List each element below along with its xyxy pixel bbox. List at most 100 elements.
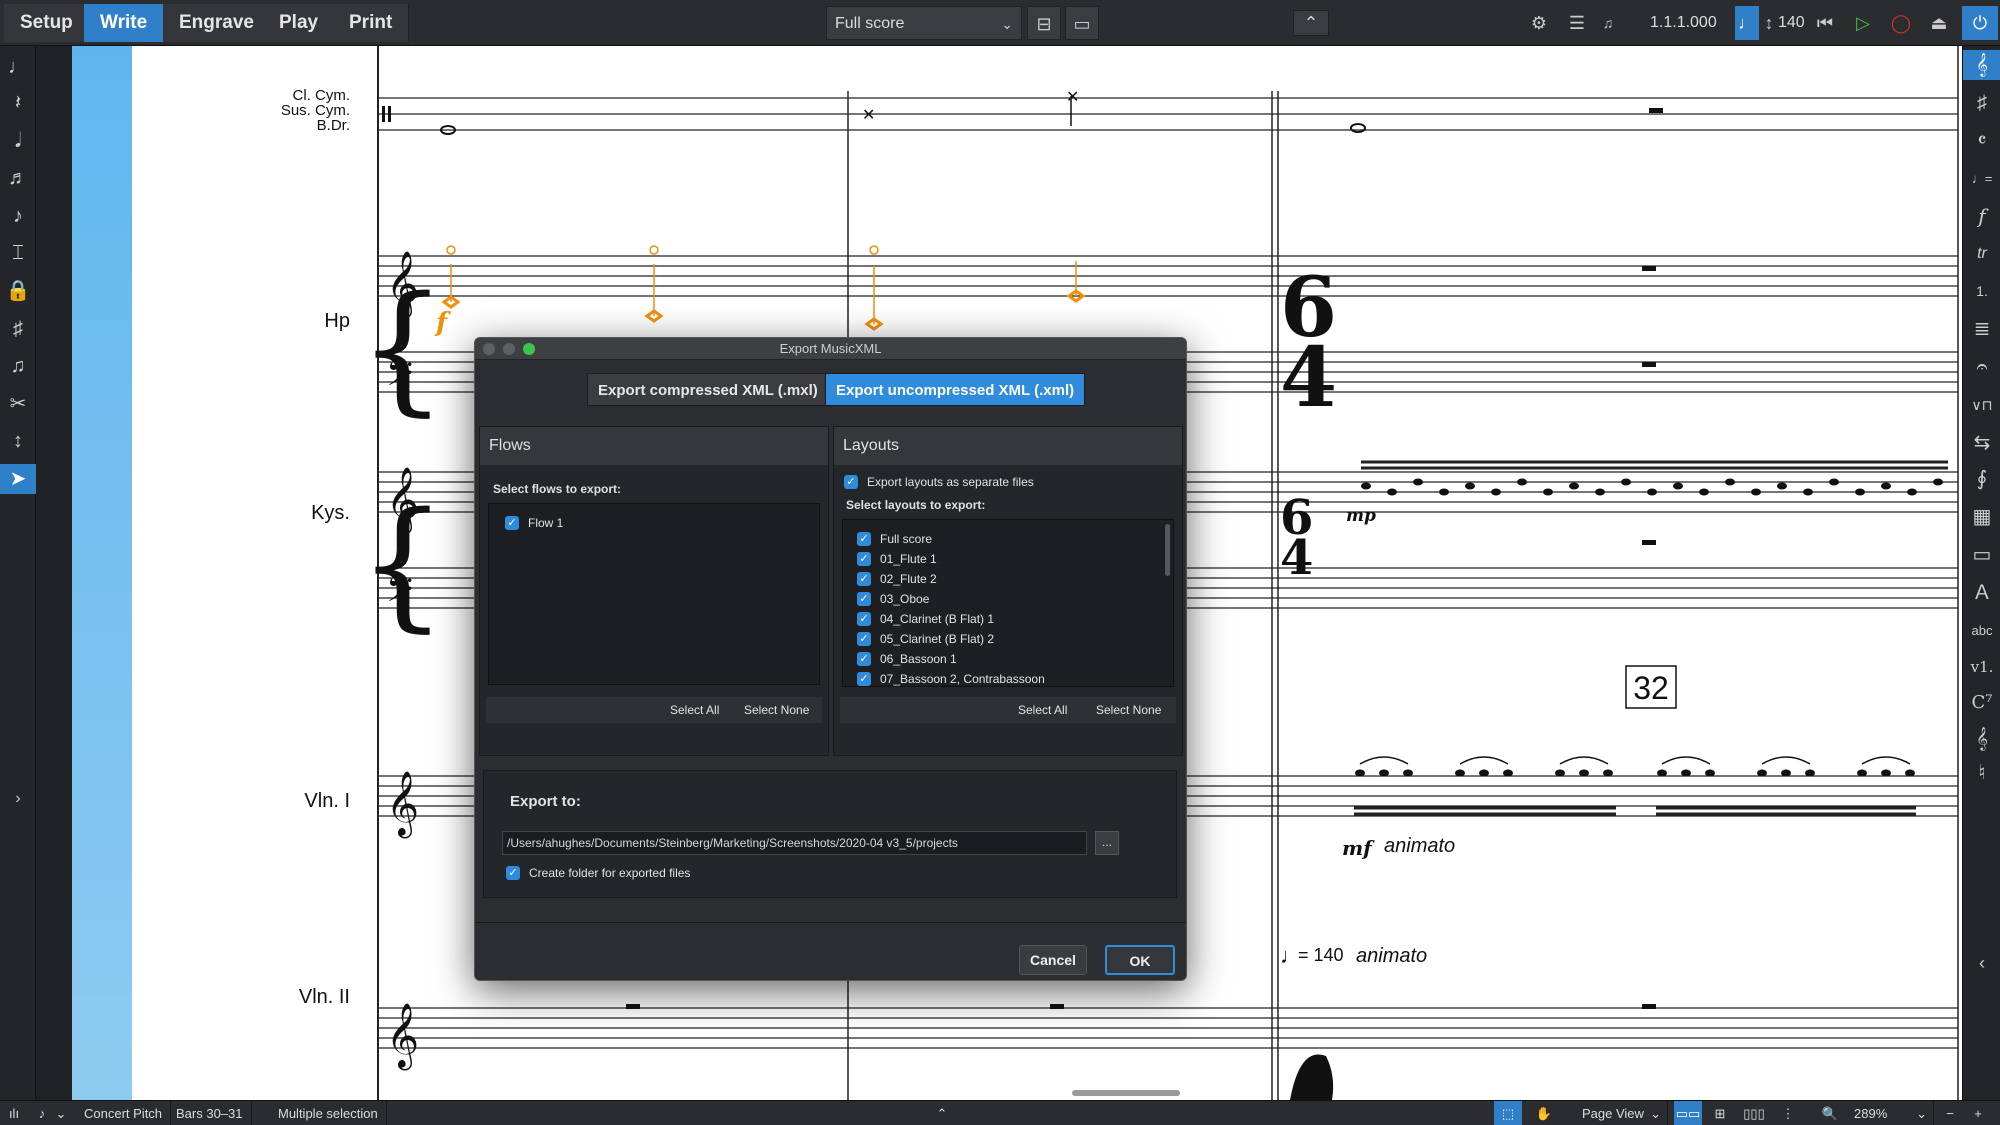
scissors-icon[interactable]: ✂ bbox=[0, 389, 36, 419]
tab-engrave[interactable]: Engrave bbox=[163, 4, 271, 42]
select-arrow-icon[interactable]: ➤ bbox=[0, 464, 36, 494]
zoom-icon[interactable]: 🔍 bbox=[1816, 1101, 1844, 1125]
flow-checkbox[interactable]: ✓ bbox=[505, 516, 519, 530]
rehearsal-mark[interactable]: 32 bbox=[1626, 668, 1676, 708]
layout-checkbox[interactable]: ✓ bbox=[857, 572, 871, 586]
slash-icon[interactable]: 𝅘𝅥 bbox=[0, 126, 36, 156]
note-icon[interactable]: ♩ bbox=[1735, 6, 1759, 40]
dynamic-keys[interactable]: mp bbox=[1346, 506, 1376, 526]
layout-checkbox[interactable]: ✓ bbox=[857, 532, 871, 546]
tempo-text[interactable]: animato bbox=[1356, 945, 1427, 968]
power-icon[interactable]: ⏻ bbox=[1962, 6, 1998, 40]
dynamic-violin[interactable]: mf bbox=[1342, 836, 1372, 860]
layout-checkbox[interactable]: ✓ bbox=[857, 592, 871, 606]
separate-files-checkbox[interactable]: ✓ bbox=[844, 475, 858, 489]
flows-select-none-button[interactable]: Select None bbox=[744, 697, 809, 723]
tracks-icon[interactable]: ılı bbox=[0, 1101, 28, 1125]
svg-text:𝄞: 𝄞 bbox=[386, 771, 419, 838]
pages-horizontal-icon[interactable]: ▯▯▯ bbox=[1740, 1101, 1768, 1125]
zoom-select[interactable]: 289% ⌄ bbox=[1846, 1101, 1934, 1125]
rewind-icon[interactable]: ⏮ bbox=[1810, 6, 1840, 40]
layout-checkbox[interactable]: ✓ bbox=[857, 552, 871, 566]
force-duration-icon[interactable]: ↕ bbox=[0, 426, 36, 456]
chord-icon[interactable]: ♬ bbox=[0, 163, 36, 193]
mixer-icon[interactable]: ☰ bbox=[1562, 6, 1592, 40]
cancel-button[interactable]: Cancel bbox=[1019, 945, 1087, 975]
concert-pitch-toggle[interactable]: Concert Pitch bbox=[76, 1101, 172, 1125]
chevron-up-icon[interactable]: ⌃ bbox=[928, 1101, 956, 1125]
chevron-right-icon[interactable]: › bbox=[0, 784, 36, 814]
tab-write[interactable]: Write bbox=[84, 4, 165, 42]
dynamics-icon[interactable]: f bbox=[1963, 201, 2000, 231]
repeat-ending-icon[interactable]: 1. bbox=[1963, 276, 2000, 306]
time-signature-icon[interactable]: 𝄴 bbox=[1963, 126, 2000, 156]
key-signature-icon[interactable]: ♯ bbox=[1963, 88, 2000, 118]
tab-print[interactable]: Print bbox=[333, 4, 410, 42]
tab-export-uncompressed[interactable]: Export uncompressed XML (.xml) bbox=[825, 373, 1086, 406]
chevron-up-icon[interactable]: ⌃ bbox=[1293, 10, 1329, 36]
chevron-down-icon[interactable]: ⌄ bbox=[52, 1101, 70, 1125]
ok-button[interactable]: OK bbox=[1105, 945, 1175, 975]
text-icon[interactable]: Ａ bbox=[1963, 578, 2000, 608]
hand-tool-icon[interactable]: ✋ bbox=[1530, 1101, 1558, 1125]
browse-button[interactable]: ... bbox=[1095, 831, 1119, 855]
tempo-icon[interactable]: ♩= bbox=[1963, 164, 2000, 194]
ornaments-icon[interactable]: tr bbox=[1963, 239, 2000, 269]
pitch-icon[interactable]: ♯ bbox=[0, 314, 36, 344]
view-type-select[interactable]: Page View ⌄ bbox=[1574, 1101, 1668, 1125]
export-path-field[interactable]: /Users/ahughes/Documents/Steinberg/Marke… bbox=[502, 831, 1087, 855]
video-icon[interactable]: ♫ bbox=[1596, 6, 1620, 40]
tab-play[interactable]: Play bbox=[263, 4, 336, 42]
lyrics-icon[interactable]: abc bbox=[1963, 616, 2000, 646]
galley-view-icon[interactable]: ⊟ bbox=[1027, 6, 1061, 40]
app-window: Setup Write Engrave Play Print Full scor… bbox=[0, 0, 2000, 1125]
pages-vertical-icon[interactable]: ⋮ bbox=[1774, 1101, 1802, 1125]
selection-tool-icon[interactable]: ⬚ bbox=[1494, 1101, 1522, 1125]
layouts-select-none-button[interactable]: Select None bbox=[1096, 697, 1161, 723]
spreads-icon[interactable]: ▭▭ bbox=[1674, 1101, 1702, 1125]
dynamic-harp[interactable]: f bbox=[436, 308, 447, 338]
grace-note-icon[interactable]: ♪ bbox=[0, 201, 36, 231]
zoom-in-icon[interactable]: + bbox=[1964, 1101, 1992, 1125]
tremolo-icon[interactable]: ≣ bbox=[1963, 314, 2000, 344]
holds-pauses-icon[interactable]: 𝄐 bbox=[1963, 352, 2000, 382]
record-icon[interactable]: ◯ bbox=[1886, 6, 1916, 40]
window-mode-icon[interactable]: ▭ bbox=[1065, 6, 1099, 40]
tab-setup[interactable]: Setup bbox=[4, 4, 90, 42]
layouts-scrollbar-thumb[interactable] bbox=[1165, 524, 1170, 576]
comment-icon[interactable]: ▭ bbox=[1963, 540, 2000, 570]
bars-icon[interactable]: ⇆ bbox=[1963, 428, 2000, 458]
layout-checkbox[interactable]: ✓ bbox=[857, 632, 871, 646]
layout-checkbox[interactable]: ✓ bbox=[857, 652, 871, 666]
fingering-icon[interactable]: ♮ bbox=[1963, 758, 2000, 788]
chord-symbols-icon[interactable]: C⁷ bbox=[1963, 688, 2000, 718]
layout-selector[interactable]: Full score ⌄ bbox=[826, 6, 1022, 40]
harp-pedal-icon[interactable]: ∮ bbox=[1963, 464, 2000, 494]
verse-icon[interactable]: v1. bbox=[1963, 652, 2000, 682]
position-readout: 1.1.1.000 bbox=[1650, 14, 1717, 31]
note-input-icon[interactable]: ♩ bbox=[0, 52, 36, 82]
tempo-marking[interactable]: = 140 bbox=[1298, 945, 1344, 966]
play-icon[interactable]: ▷ bbox=[1848, 6, 1878, 40]
tab-export-compressed[interactable]: Export compressed XML (.mxl) bbox=[587, 373, 829, 406]
metronome-icon[interactable]: ⏏ bbox=[1924, 6, 1954, 40]
expression-text-violin[interactable]: animato bbox=[1384, 835, 1455, 858]
playing-techniques-icon[interactable]: ∨⊓ bbox=[1963, 390, 2000, 420]
layout-checkbox[interactable]: ✓ bbox=[857, 612, 871, 626]
horizontal-scrollbar-thumb[interactable] bbox=[1072, 1090, 1180, 1096]
clef-icon[interactable]: 𝄞 bbox=[1963, 50, 2000, 80]
zoom-out-icon[interactable]: − bbox=[1936, 1101, 1964, 1125]
cue-icon[interactable]: ▦ bbox=[1963, 502, 2000, 532]
tie-icon[interactable]: ♫ bbox=[0, 351, 36, 381]
figured-bass-icon[interactable]: 𝄞 bbox=[1963, 724, 2000, 754]
lock-icon[interactable]: 🔒 bbox=[0, 276, 36, 306]
chevron-left-icon[interactable]: ‹ bbox=[1963, 948, 2000, 978]
grid-view-icon[interactable]: ⊞ bbox=[1706, 1101, 1734, 1125]
layout-checkbox[interactable]: ✓ bbox=[857, 672, 871, 686]
insert-icon[interactable]: ⌶ bbox=[0, 238, 36, 268]
layouts-select-all-button[interactable]: Select All bbox=[1018, 697, 1067, 723]
create-folder-checkbox[interactable]: ✓ bbox=[506, 866, 520, 880]
library-icon[interactable]: ⚙ bbox=[1524, 6, 1554, 40]
flows-select-all-button[interactable]: Select All bbox=[670, 697, 719, 723]
rest-icon[interactable]: 𝄽 bbox=[0, 88, 36, 118]
